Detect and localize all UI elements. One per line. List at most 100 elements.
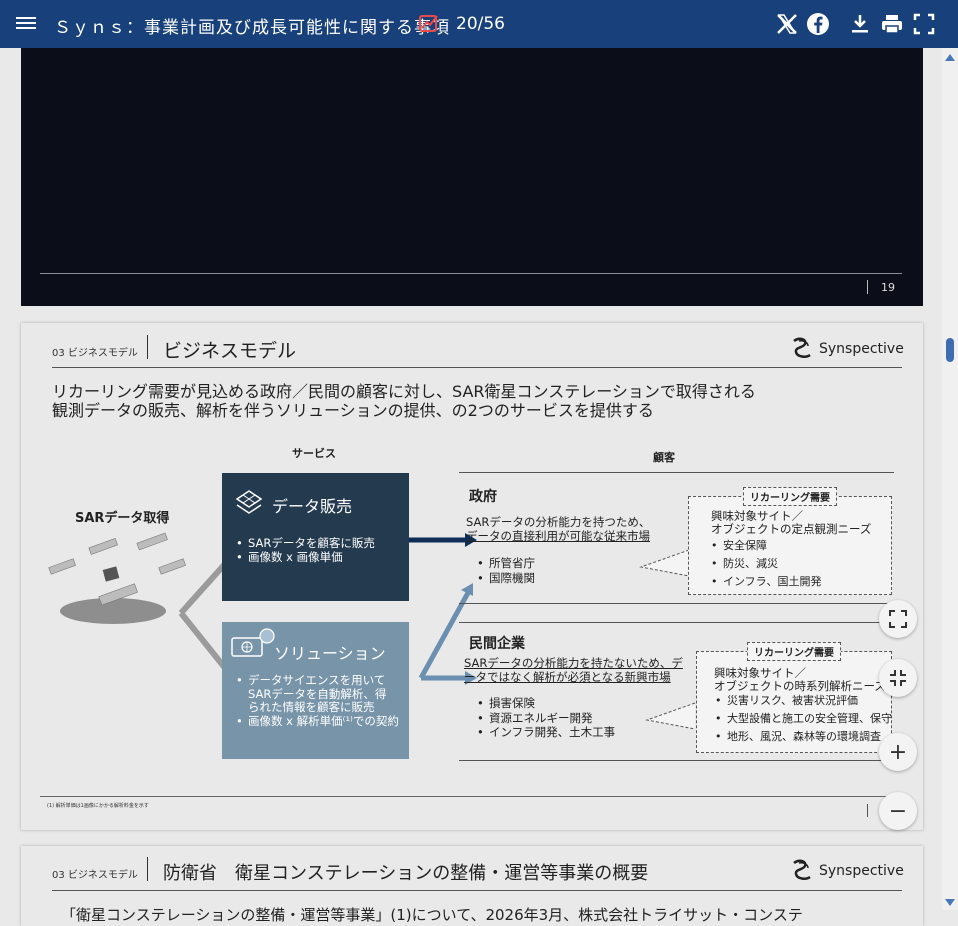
section-label: 03 ビジネスモデル	[52, 870, 138, 881]
slide-21: 03 ビジネスモデル 防衛省 衛星コンステレーションの整備・運営等事業の概要 S…	[21, 846, 923, 926]
bubble-pointer	[645, 702, 696, 730]
private-item: 資源エネルギー開発	[473, 711, 615, 726]
needs-item: 災害リスク、被害状況評価	[711, 692, 892, 710]
footnote: (1) 解析単価は1画像にかかる解析料金を示す	[47, 803, 149, 809]
footer-divider	[40, 273, 902, 274]
private-item: 損害保険	[473, 696, 615, 711]
logo-text: Synspective	[819, 341, 904, 357]
solution-item-line: データサイエンスを用いて	[248, 673, 386, 687]
private-needs-subtitle: 興味対象サイト／ オブジェクトの時系列解析ニーズ	[714, 667, 886, 693]
sar-acquisition-label: SARデータ取得	[75, 511, 170, 526]
solution-item: 画像数 x 解析単価⁽¹⁾での契約	[234, 714, 399, 729]
page-separator	[867, 804, 868, 817]
government-item: 所管省庁	[473, 556, 535, 571]
data-sales-title: データ販売	[272, 497, 353, 516]
synspective-logo: Synspective	[791, 859, 904, 883]
government-bottom-line	[459, 603, 894, 604]
download-icon[interactable]	[848, 12, 872, 36]
private-needs-bubble: リカーリング需要 興味対象サイト／ オブジェクトの時系列解析ニーズ 災害リスク、…	[696, 642, 892, 753]
data-sales-list: SARデータを顧客に販売 画像数 x 画像単価	[234, 536, 375, 565]
scrollbar[interactable]	[942, 48, 958, 910]
government-item: 国際機関	[473, 571, 535, 586]
government-needs-bubble: リカーリング需要 興味対象サイト／ オブジェクトの定点観測ニーズ 安全保障 防災…	[688, 487, 892, 595]
recurring-demand-tag: リカーリング需要	[743, 487, 837, 506]
service-header: サービス	[292, 447, 336, 460]
menu-icon[interactable]	[16, 14, 36, 34]
solution-box: ソリューション データサイエンスを用いて SARデータを自動解析、得 られた情報…	[222, 622, 409, 759]
private-item: インフラ開発、土木工事	[473, 725, 615, 740]
solution-item: データサイエンスを用いて SARデータを自動解析、得 られた情報を顧客に販売	[234, 673, 399, 715]
slide-body-text: 「衛星コンステレーションの整備・運営等事業」(1)について、2026年3月、株式…	[61, 906, 803, 924]
customer-header: 顧客	[653, 451, 675, 464]
solution-item-line: SARデータを自動解析、得	[248, 686, 387, 701]
header-divider	[52, 890, 902, 891]
chart-icon[interactable]	[418, 12, 440, 34]
government-desc-line: データの直接利用が可能な従来市場	[466, 529, 650, 543]
government-desc-line: SARデータの分析能力を持つため、	[466, 515, 651, 529]
government-list: 所管省庁 国際機関	[473, 556, 535, 585]
print-icon[interactable]	[880, 12, 904, 36]
private-needs-list: 災害リスク、被害状況評価 大型設備と施工の安全管理、保守 地形、風況、森林等の環…	[711, 692, 892, 746]
private-desc: SARデータの分析能力を持たないため、デ ータではなく解析が必須となる新興市場	[464, 656, 683, 684]
needs-item: 安全保障	[707, 537, 821, 555]
section-label: 03 ビジネスモデル	[52, 348, 138, 359]
private-desc-line: ータではなく解析が必須となる新興市場	[464, 670, 671, 684]
top-bar: Ｓｙｎｓ：事業計画及び成長可能性に関する事項 20/56	[0, 0, 958, 48]
scroll-thumb[interactable]	[946, 338, 954, 362]
data-sales-item: 画像数 x 画像単価	[234, 550, 375, 565]
private-bottom-line	[459, 760, 894, 761]
header-divider	[52, 367, 902, 368]
private-title: 民間企業	[469, 636, 525, 652]
exit-fullscreen-button[interactable]	[879, 659, 917, 697]
government-title: 政府	[469, 489, 497, 505]
synspective-logo-icon	[793, 337, 811, 358]
document-title: Ｓｙｎｓ：事業計画及び成長可能性に関する事項	[54, 18, 450, 38]
government-needs-subtitle: 興味対象サイト／ オブジェクトの定点観測ニーズ	[711, 510, 871, 536]
private-top-line	[459, 622, 894, 623]
solution-list: データサイエンスを用いて SARデータを自動解析、得 られた情報を顧客に販売 画…	[234, 673, 399, 729]
lead-line-2: 観測データの販売、解析を伴うソリューションの提供、の2つのサービスを提供する	[52, 401, 654, 420]
fullscreen-exit-icon	[890, 670, 906, 686]
data-grid-icon	[235, 490, 263, 514]
fullscreen-icon[interactable]	[912, 12, 936, 36]
page-separator	[867, 280, 868, 294]
slide-title: 防衛省 衛星コンステレーションの整備・運営等事業の概要	[163, 863, 649, 884]
slide-20: 03 ビジネスモデル ビジネスモデル Synspective リカーリング需要が…	[21, 323, 923, 830]
title-divider	[147, 335, 148, 359]
scroll-up-arrow-icon[interactable]	[945, 54, 955, 61]
solution-item-line: られた情報を顧客に販売	[248, 700, 375, 714]
customer-top-line	[459, 472, 894, 473]
fullscreen-button[interactable]	[879, 600, 917, 638]
lead-text: リカーリング需要が見込める政府／民間の顧客に対し、SAR衛星コンステレーションで…	[52, 382, 756, 420]
synspective-logo: Synspective	[791, 337, 904, 361]
needs-subtitle-line: オブジェクトの定点観測ニーズ	[711, 522, 872, 536]
private-list: 損害保険 資源エネルギー開発 インフラ開発、土木工事	[473, 696, 615, 740]
government-desc: SARデータの分析能力を持つため、 データの直接利用が可能な従来市場	[466, 515, 650, 543]
data-sales-item: SARデータを顧客に販売	[234, 536, 375, 551]
needs-item: 大型設備と施工の安全管理、保守	[711, 710, 892, 728]
government-needs-list: 安全保障 防災、減災 インフラ、国土開発	[707, 537, 821, 591]
logo-text: Synspective	[819, 863, 904, 879]
page-indicator: 20/56	[456, 14, 505, 34]
slide-title: ビジネスモデル	[163, 340, 297, 362]
slide-19: 19	[21, 48, 923, 306]
solution-title: ソリューション	[274, 644, 386, 663]
footer-divider	[40, 796, 902, 797]
bubble-pointer	[639, 549, 690, 577]
facebook-icon[interactable]	[806, 12, 830, 36]
lead-line-1: リカーリング需要が見込める政府／民間の顧客に対し、SAR衛星コンステレーションで…	[52, 382, 756, 401]
title-divider	[147, 857, 148, 881]
data-sales-box: データ販売 SARデータを顧客に販売 画像数 x 画像単価	[222, 473, 409, 601]
zoom-in-button[interactable]: +	[879, 733, 917, 771]
analytics-monitor-icon	[231, 628, 275, 657]
needs-item: インフラ、国土開発	[707, 573, 821, 591]
fullscreen-enter-icon	[889, 610, 907, 628]
slide-page-number: 19	[881, 281, 895, 294]
scroll-down-arrow-icon[interactable]	[945, 899, 955, 906]
private-desc-line: SARデータの分析能力を持たないため、デ	[464, 656, 683, 670]
zoom-out-button[interactable]: −	[879, 792, 917, 830]
x-twitter-icon[interactable]	[775, 12, 799, 36]
synspective-logo-icon	[793, 859, 811, 880]
recurring-demand-tag: リカーリング需要	[747, 642, 841, 661]
needs-item: 防災、減災	[707, 555, 821, 573]
